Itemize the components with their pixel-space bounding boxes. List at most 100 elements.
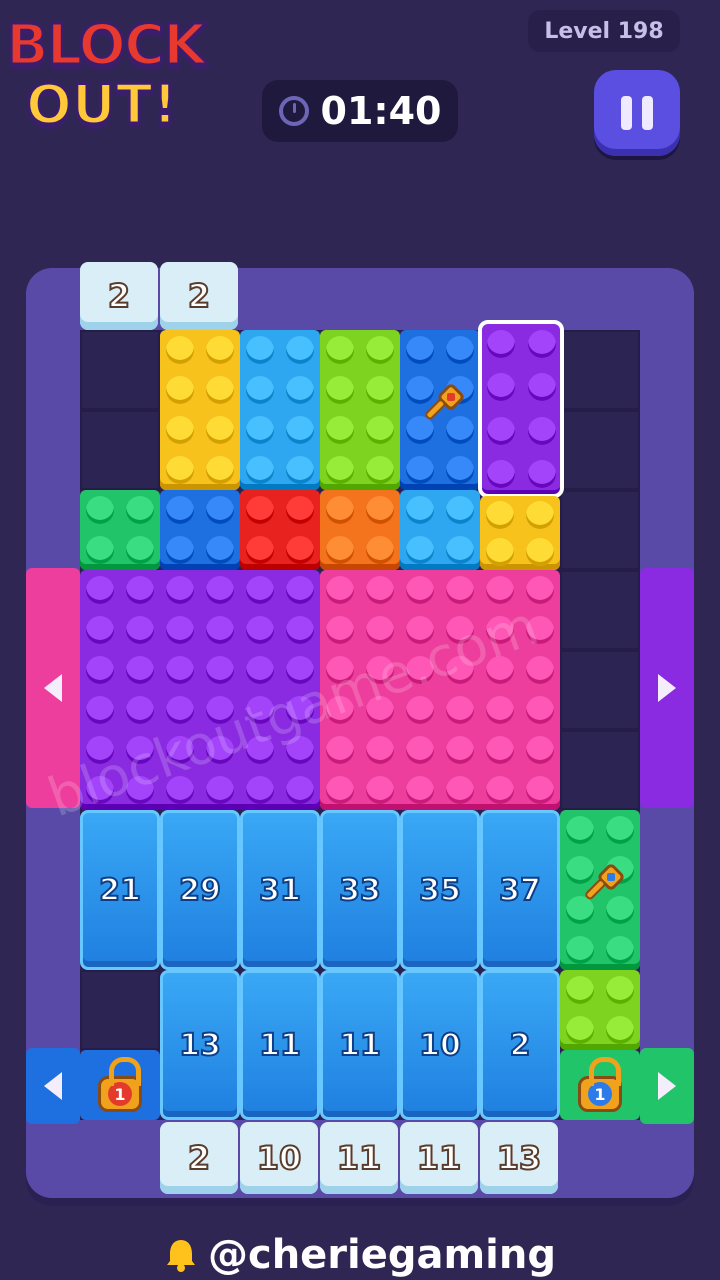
empty-cell bbox=[80, 330, 160, 410]
exit-gate-bottom: 2 bbox=[160, 1122, 238, 1194]
stud bbox=[86, 576, 114, 604]
red-block[interactable] bbox=[240, 490, 320, 570]
arrow-right-icon bbox=[658, 674, 676, 702]
ice-block[interactable]: 35 bbox=[400, 810, 480, 970]
stud bbox=[286, 776, 314, 804]
locked-blue-block[interactable]: 1 bbox=[80, 1050, 160, 1120]
lock-icon: 1 bbox=[98, 1057, 142, 1112]
lime-block[interactable] bbox=[560, 970, 640, 1050]
ice-block[interactable]: 2 bbox=[480, 970, 560, 1120]
stud bbox=[486, 500, 514, 529]
stud bbox=[446, 776, 474, 804]
game-logo: BLOCK bbox=[4, 13, 207, 78]
lime-block[interactable] bbox=[320, 330, 400, 490]
stud bbox=[126, 496, 154, 524]
stud bbox=[206, 616, 234, 644]
handle-text: @cheriegaming bbox=[207, 1232, 556, 1278]
stud bbox=[446, 736, 474, 764]
stud bbox=[166, 576, 194, 604]
stud bbox=[406, 496, 434, 524]
stud bbox=[86, 656, 114, 684]
stud bbox=[606, 816, 634, 844]
stud bbox=[406, 456, 434, 484]
stud bbox=[246, 416, 274, 444]
ice-block[interactable]: 31 bbox=[240, 810, 320, 970]
stud bbox=[566, 936, 594, 964]
stud bbox=[326, 576, 354, 604]
ice-block[interactable]: 21 bbox=[80, 810, 160, 970]
stud bbox=[326, 416, 354, 444]
stud bbox=[527, 416, 556, 445]
stud bbox=[406, 776, 434, 804]
stud bbox=[86, 536, 114, 564]
stud bbox=[406, 736, 434, 764]
stud bbox=[326, 736, 354, 764]
stud bbox=[366, 336, 394, 364]
creator-handle: @cheriegaming bbox=[0, 1230, 720, 1280]
stud bbox=[526, 537, 554, 566]
empty-cell bbox=[80, 410, 160, 490]
exit-gate-bottom: 11 bbox=[320, 1122, 398, 1194]
blue-block[interactable] bbox=[160, 490, 240, 570]
locked-green-block[interactable]: 1 bbox=[560, 1050, 640, 1120]
stud bbox=[446, 536, 474, 564]
stud bbox=[486, 329, 515, 358]
stud bbox=[166, 536, 194, 564]
stud bbox=[326, 376, 354, 404]
light-blue-block[interactable] bbox=[240, 330, 320, 490]
stud bbox=[486, 460, 515, 489]
yellow-block[interactable] bbox=[480, 496, 560, 570]
exit-gate-right-green bbox=[640, 1048, 694, 1124]
ice-block[interactable]: 37 bbox=[480, 810, 560, 970]
stud bbox=[246, 576, 274, 604]
stud bbox=[446, 336, 474, 364]
stud bbox=[366, 536, 394, 564]
lock-icon: 1 bbox=[578, 1057, 622, 1112]
stud bbox=[566, 976, 594, 1004]
stud bbox=[286, 576, 314, 604]
light-blue-block[interactable] bbox=[400, 490, 480, 570]
green-block[interactable] bbox=[80, 490, 160, 570]
stud bbox=[606, 976, 634, 1004]
ice-block[interactable]: 29 bbox=[160, 810, 240, 970]
exit-gate-right-purple bbox=[640, 568, 694, 808]
pause-button[interactable] bbox=[594, 70, 680, 156]
empty-cell bbox=[560, 490, 640, 570]
stud bbox=[486, 373, 515, 402]
empty-cell bbox=[560, 570, 640, 650]
stud bbox=[206, 456, 234, 484]
stud bbox=[166, 376, 194, 404]
exit-gate-top: 2 bbox=[160, 262, 238, 330]
pause-icon bbox=[621, 96, 632, 130]
ice-block[interactable]: 11 bbox=[320, 970, 400, 1120]
stud bbox=[606, 936, 634, 964]
yellow-block[interactable] bbox=[160, 330, 240, 490]
empty-cell bbox=[560, 650, 640, 730]
stud bbox=[446, 456, 474, 484]
ice-block[interactable]: 13 bbox=[160, 970, 240, 1120]
stud bbox=[326, 616, 354, 644]
purple-block-selected[interactable] bbox=[478, 320, 564, 498]
stud bbox=[526, 776, 554, 804]
stud bbox=[366, 776, 394, 804]
level-indicator: Level 198 bbox=[528, 10, 680, 52]
stud bbox=[486, 736, 514, 764]
stud bbox=[446, 576, 474, 604]
ice-block[interactable]: 33 bbox=[320, 810, 400, 970]
key-icon bbox=[425, 384, 464, 420]
stud bbox=[526, 656, 554, 684]
stud bbox=[486, 776, 514, 804]
stud bbox=[246, 536, 274, 564]
exit-gate-top: 2 bbox=[80, 262, 158, 330]
empty-cell bbox=[560, 730, 640, 810]
stud bbox=[366, 496, 394, 524]
ice-block[interactable]: 10 bbox=[400, 970, 480, 1120]
bell-icon bbox=[166, 1240, 195, 1272]
stud bbox=[406, 576, 434, 604]
stud bbox=[366, 376, 394, 404]
empty-cell bbox=[560, 410, 640, 490]
orange-block[interactable] bbox=[320, 490, 400, 570]
ice-block[interactable]: 11 bbox=[240, 970, 320, 1120]
stud bbox=[206, 656, 234, 684]
stud bbox=[246, 776, 274, 804]
